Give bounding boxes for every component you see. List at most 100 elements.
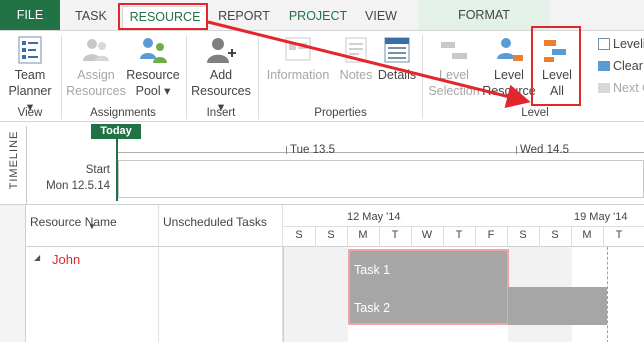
resource-pool-button[interactable]: Resource Pool ▾: [126, 35, 180, 99]
timeline-side-label: TIMELINE: [8, 130, 20, 190]
add-resources-button[interactable]: Add Resources ▾: [188, 35, 254, 115]
col-header-resource-name-label: Resource Name: [30, 215, 117, 229]
tab-task[interactable]: TASK: [62, 6, 120, 30]
team-planner-label-1: Team: [14, 68, 46, 82]
leveling-options-icon: [598, 38, 610, 50]
level-selection-button[interactable]: Level Selection: [426, 35, 482, 99]
tab-report[interactable]: REPORT: [212, 6, 276, 30]
column-divider: [158, 247, 159, 342]
day-label: S: [551, 229, 559, 241]
group-label-properties: Properties: [314, 107, 367, 119]
group-separator: [258, 35, 259, 119]
tab-resource[interactable]: RESOURCE: [122, 6, 208, 31]
notes-label: Notes: [339, 68, 373, 82]
assign-resources-icon: [83, 39, 109, 61]
information-label: Information: [266, 68, 330, 82]
col-header-resource-name[interactable]: Resource Name ▼: [26, 205, 159, 247]
group-label-assignments: Assignments: [90, 107, 156, 119]
day-label: T: [455, 229, 463, 241]
group-label-insert: Insert: [206, 107, 236, 119]
tab-format[interactable]: FORMAT: [418, 0, 550, 30]
day-divider: [315, 227, 316, 247]
group-separator: [186, 35, 187, 119]
level-all-label-1: Level: [542, 68, 572, 82]
day-divider: [379, 227, 380, 247]
week-label: 12 May '14: [347, 211, 401, 223]
level-all-button[interactable]: Level All: [536, 35, 578, 99]
day-divider: [507, 227, 508, 247]
day-divider: [475, 227, 476, 247]
group-separator: [422, 35, 423, 119]
tab-project[interactable]: PROJECT: [282, 6, 354, 30]
collapse-triangle-icon[interactable]: ◢: [34, 253, 40, 262]
next-overallocation-label: Next Ov: [613, 81, 644, 95]
day-label: S: [295, 229, 303, 241]
gantt-body[interactable]: Task 1 Task 2: [283, 247, 644, 342]
row-header-column: [0, 205, 26, 342]
timeline-tick-label: Tue 13.5: [290, 144, 335, 156]
nonworking-shading: [284, 247, 348, 342]
col-header-unscheduled[interactable]: Unscheduled Tasks: [159, 205, 283, 247]
today-marker: Today: [91, 124, 141, 139]
tab-file[interactable]: FILE: [0, 0, 60, 30]
assign-resources-label-2: Resources: [66, 84, 126, 98]
details-label: Details: [377, 68, 417, 82]
information-icon: [285, 37, 311, 61]
level-all-label-2: All: [550, 84, 564, 98]
level-resource-icon: [497, 38, 523, 61]
group-separator: [61, 35, 62, 119]
notes-icon: [345, 37, 367, 63]
leveling-options-label: Leveling: [613, 37, 644, 51]
task-bar[interactable]: [508, 287, 607, 325]
resource-name-cell[interactable]: John: [52, 252, 80, 267]
resource-pool-label-1: Resource: [126, 68, 180, 82]
add-resources-label-1: Add: [209, 68, 233, 82]
assign-resources-label-1: Assign: [77, 68, 115, 82]
ribbon-tab-bar: FILE TASK RESOURCE REPORT PROJECT VIEW F…: [0, 0, 644, 31]
details-icon: [384, 37, 410, 63]
timeline-tick: [516, 146, 517, 154]
resource-usage-grid: Resource Name ▼ Unscheduled Tasks 12 May…: [0, 204, 644, 342]
leveling-options-button[interactable]: Leveling: [598, 36, 644, 54]
team-planner-button[interactable]: Team Planner ▾: [4, 35, 56, 115]
timeline-tick-label: Wed 14.5: [520, 144, 570, 156]
notes-button[interactable]: Notes: [336, 35, 376, 83]
ribbon: Team Planner ▾ Assign Resources Resource…: [0, 30, 644, 122]
information-button[interactable]: Information: [263, 35, 333, 83]
day-divider: [603, 227, 604, 247]
tab-view[interactable]: VIEW: [358, 6, 404, 30]
resource-pool-icon: [140, 38, 167, 63]
day-divider: [539, 227, 540, 247]
timeline-tick: [286, 146, 287, 154]
sort-arrow-icon: ▼: [88, 222, 96, 231]
next-overallocation-button[interactable]: Next Ov: [598, 80, 644, 98]
timeline-pane[interactable]: TIMELINE Today Tue 13.5 Wed 14.5 Start M…: [0, 122, 644, 204]
assign-resources-button[interactable]: Assign Resources: [66, 35, 126, 99]
clear-leveling-icon: [598, 61, 610, 71]
day-divider: [571, 227, 572, 247]
details-button[interactable]: Details: [376, 35, 418, 83]
week-label: 19 May '14: [574, 211, 628, 223]
day-label: S: [327, 229, 335, 241]
day-divider: [347, 227, 348, 247]
timeline-bar-area[interactable]: [118, 160, 644, 198]
day-divider: [411, 227, 412, 247]
table-row[interactable]: ◢ John: [26, 247, 283, 342]
clear-leveling-button[interactable]: Clear Le: [598, 58, 644, 76]
task-label: Task 2: [354, 301, 391, 315]
next-overallocation-icon: [598, 83, 610, 93]
level-resource-label-2: Resource: [482, 84, 536, 98]
timeline-start-date: Mon 12.5.14: [46, 180, 110, 192]
day-label: M: [582, 229, 592, 241]
group-label-view: View: [17, 107, 43, 119]
level-selection-label-1: Level: [439, 68, 469, 82]
level-selection-icon: [441, 42, 467, 59]
day-label: F: [487, 229, 495, 241]
clear-leveling-label: Clear Le: [613, 59, 644, 73]
level-resource-button[interactable]: Level Resource: [482, 35, 536, 99]
level-resource-label-1: Level: [494, 68, 524, 82]
gantt-timescale: 12 May '14 19 May '14 S S M T W T F S S …: [283, 205, 644, 247]
day-divider: [443, 227, 444, 247]
timeline-start-label: Start: [85, 164, 110, 176]
day-label: W: [421, 229, 433, 241]
